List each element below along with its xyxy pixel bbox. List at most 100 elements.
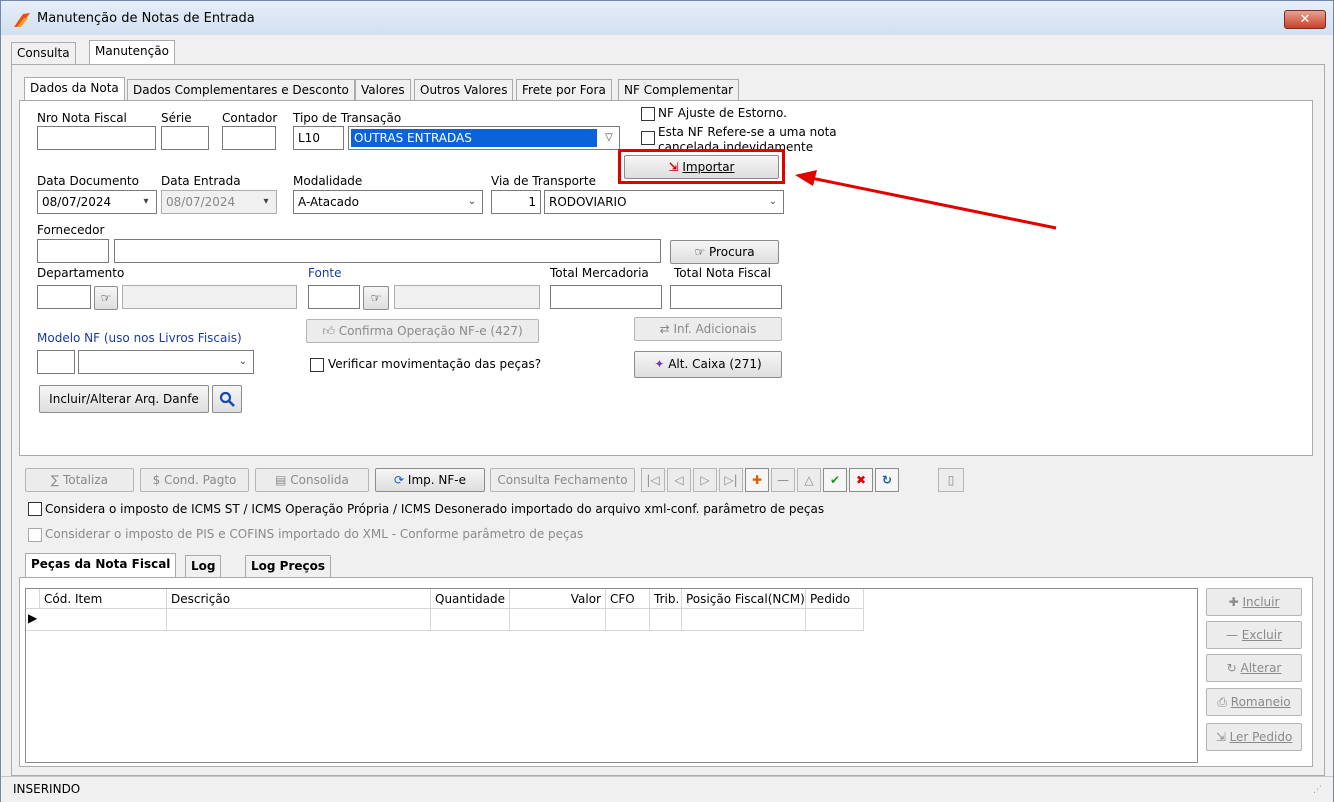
verificar-checkbox[interactable] [310,358,324,372]
col-pedido[interactable]: Pedido [806,589,864,609]
chevron-down-icon[interactable]: ⌄ [463,192,481,212]
total-nota-input[interactable] [670,285,782,309]
danfe-search-button[interactable] [212,385,242,413]
first-record-icon[interactable]: |◁ [641,468,665,492]
fornecedor-name-input[interactable] [114,239,661,263]
sigma-icon: ∑ [51,473,60,487]
considerar-pis-checkbox [28,528,42,542]
col-ncm[interactable]: Posição Fiscal(NCM) [682,589,806,609]
via-transporte-select[interactable]: RODOVIARIO ⌄ [544,190,784,214]
import-icon: ⇲ [1215,730,1226,744]
totaliza-button[interactable]: ∑ Totaliza [25,468,134,492]
title-bar: Manutenção de Notas de Entrada ✕ [1,1,1333,35]
tipo-transacao-value: OUTRAS ENTRADAS [351,129,597,147]
tab-dados-da-nota[interactable]: Dados da Nota [24,77,125,101]
procura-button[interactable]: ☞ Procura [670,240,779,264]
tab-outros-valores[interactable]: Outros Valores [414,79,514,101]
modelo-nf-label: Modelo NF (uso nos Livros Fiscais) [37,331,242,345]
col-trib[interactable]: Trib. [650,589,682,609]
via-transporte-label: Via de Transporte [491,174,596,188]
tab-dados-complementares[interactable]: Dados Complementares e Desconto [127,79,355,101]
tab-manutencao[interactable]: Manutenção [89,40,175,64]
pecas-grid[interactable]: Cód. Item Descrição Quantidade Valor CFO… [25,588,1198,763]
nf-ajuste-checkbox[interactable] [641,107,655,121]
tab-log-precos[interactable]: Log Preços [245,555,332,577]
post-record-icon[interactable]: ✔ [823,468,847,492]
cash-register-icon: ✦ [654,357,665,371]
chevron-down-icon[interactable]: ▾ [137,192,155,212]
col-cfo[interactable]: CFO [606,589,650,609]
col-cod-item[interactable]: Cód. Item [40,589,167,609]
tab-nf-complementar[interactable]: NF Complementar [618,79,740,101]
tab-pecas-nota[interactable]: Peças da Nota Fiscal [25,553,177,577]
cancel-record-icon[interactable]: ✖ [849,468,873,492]
tipo-transacao-code-input[interactable]: L10 [293,126,344,150]
departamento-code-input[interactable] [37,285,91,309]
consolida-button[interactable]: ▤ Consolida [255,468,369,492]
tab-valores[interactable]: Valores [355,79,411,101]
col-valor[interactable]: Valor [510,589,606,609]
modalidade-select[interactable]: A-Atacado ⌄ [293,190,483,214]
hand-pointer-icon: ☞ [694,245,706,259]
last-record-icon[interactable]: ▷| [719,468,743,492]
tab-log[interactable]: Log [185,555,222,577]
departamento-label: Departamento [37,266,125,280]
contador-input[interactable] [222,126,276,150]
insert-record-icon[interactable]: ✚ [745,468,769,492]
next-record-icon[interactable]: ▷ [693,468,717,492]
data-documento-input[interactable]: 08/07/2024 ▾ [37,190,157,214]
excluir-button[interactable]: — Excluir [1206,621,1302,649]
status-bar: INSERINDO ⋰ [1,776,1333,802]
close-button[interactable]: ✕ [1284,10,1326,29]
imp-nfe-button[interactable]: ⟳ Imp. NF-e [375,468,485,492]
fonte-search-button[interactable]: ☞ [363,286,389,310]
col-quantidade[interactable]: Quantidade [431,589,510,609]
chevron-down-icon[interactable]: ▽ [600,128,618,148]
via-transporte-code-input[interactable]: 1 [491,190,541,214]
ler-pedido-button[interactable]: ⇲ Ler Pedido [1206,723,1302,751]
alterar-button[interactable]: ↻ Alterar [1206,654,1302,682]
modelo-nf-select[interactable]: ⌄ [78,350,254,374]
total-mercadoria-input[interactable] [550,285,662,309]
fornecedor-code-input[interactable] [37,239,109,263]
col-descricao[interactable]: Descrição [167,589,431,609]
table-row[interactable]: ▶ [26,609,864,631]
fonte-name-input [394,285,540,309]
edit-record-icon[interactable]: △ [797,468,821,492]
modalidade-label: Modalidade [293,174,363,188]
nf-refere-checkbox[interactable] [641,131,655,145]
data-entrada-input: 08/07/2024 ▾ [161,190,277,214]
search-icon [219,391,235,407]
tab-frete-por-fora[interactable]: Frete por Fora [516,79,612,101]
excluir-label: Excluir [1241,628,1283,642]
considera-icms-checkbox[interactable] [28,502,42,516]
prior-record-icon[interactable]: ◁ [667,468,691,492]
app-logo-icon [14,13,30,27]
incluir-button[interactable]: ✚ Incluir [1206,588,1302,616]
importar-button[interactable]: ⇲ Importar [624,155,779,179]
main-window: Manutenção de Notas de Entrada ✕ Consult… [0,0,1334,802]
refresh-icon[interactable]: ↻ [875,468,899,492]
chevron-down-icon[interactable]: ⌄ [234,352,252,372]
data-entrada-label: Data Entrada [161,174,241,188]
departamento-search-button[interactable]: ☞ [94,286,118,310]
tipo-transacao-label: Tipo de Transação [293,111,402,125]
panel-toggle-icon[interactable]: ▯ [938,468,964,492]
consulta-fechamento-button[interactable]: Consulta Fechamento [490,468,635,492]
tipo-transacao-select[interactable]: OUTRAS ENTRADAS ▽ [348,126,620,150]
nro-nota-input[interactable] [37,126,156,150]
resize-grip-icon[interactable]: ⋰ [1313,785,1322,795]
fonte-code-input[interactable] [308,285,360,309]
romaneio-button[interactable]: ⎙ Romaneio [1206,688,1302,716]
modelo-nf-code-input[interactable] [37,350,75,374]
serie-input[interactable] [161,126,209,150]
incluir-danfe-button[interactable]: Incluir/Alterar Arq. Danfe [39,385,209,413]
chevron-down-icon[interactable]: ⌄ [764,192,782,212]
cond-pagto-button[interactable]: $ Cond. Pagto [140,468,249,492]
confirma-operacao-button[interactable]: 👍︎ Confirma Operação NF-e (427) [306,319,539,343]
inf-adicionais-button[interactable]: ⇄ Inf. Adicionais [634,317,782,341]
delete-record-icon[interactable]: — [771,468,795,492]
nf-ajuste-label: NF Ajuste de Estorno. [658,106,787,120]
tab-consulta[interactable]: Consulta [11,42,76,64]
alt-caixa-button[interactable]: ✦ Alt. Caixa (271) [634,351,782,378]
